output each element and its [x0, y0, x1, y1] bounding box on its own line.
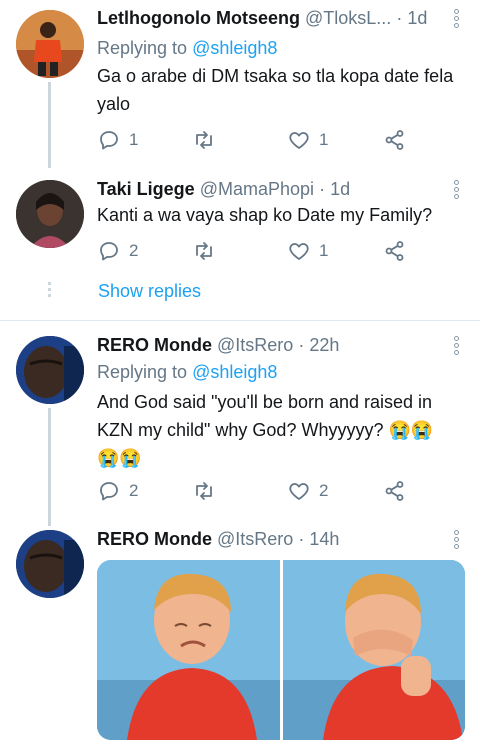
- reply-icon: [100, 131, 118, 150]
- like-button[interactable]: 1: [287, 128, 328, 152]
- retweet-button[interactable]: [192, 128, 216, 152]
- timestamp[interactable]: 1d: [407, 8, 427, 28]
- display-name[interactable]: Taki Ligege: [97, 179, 195, 199]
- more-vertical-icon[interactable]: [454, 336, 460, 357]
- reply-icon: [100, 482, 118, 501]
- like-count: 1: [319, 241, 329, 260]
- reply-count: 2: [129, 481, 139, 500]
- tweet-header: Taki Ligege @MamaPhopi · 1d: [97, 179, 350, 200]
- tweet-text: And God said "you'll be born and raised …: [97, 392, 434, 468]
- share-icon: [385, 241, 404, 261]
- thread-dots: [48, 282, 51, 298]
- more-vertical-icon[interactable]: [454, 9, 460, 30]
- thread-line: [48, 82, 51, 168]
- like-button[interactable]: 2: [287, 479, 328, 503]
- retweet-icon: [196, 131, 212, 149]
- avatar[interactable]: [16, 10, 84, 78]
- retweet-icon: [196, 242, 212, 260]
- tweet-1[interactable]: Letlhogonolo Motseeng @TloksL... · 1d Re…: [0, 0, 480, 170]
- reply-icon: [100, 242, 118, 261]
- display-name[interactable]: RERO Monde: [97, 335, 212, 355]
- avatar[interactable]: [16, 530, 84, 598]
- replying-label: Replying to: [97, 38, 188, 58]
- timestamp[interactable]: 1d: [330, 179, 350, 199]
- share-button[interactable]: [383, 128, 407, 152]
- share-button[interactable]: [383, 239, 407, 263]
- handle[interactable]: @MamaPhopi: [200, 179, 314, 199]
- display-name[interactable]: RERO Monde: [97, 529, 212, 549]
- reply-button[interactable]: 1: [97, 128, 138, 152]
- more-vertical-icon[interactable]: [454, 180, 460, 201]
- share-icon: [385, 481, 404, 501]
- tweet-header: Letlhogonolo Motseeng @TloksL... · 1d: [97, 8, 427, 29]
- media-image-1[interactable]: [97, 560, 280, 740]
- share-button[interactable]: [383, 479, 407, 503]
- avatar[interactable]: [16, 180, 84, 248]
- replying-label: Replying to: [97, 362, 188, 382]
- divider: [0, 320, 480, 321]
- tweet-media[interactable]: [97, 560, 465, 740]
- heart-icon: [289, 483, 309, 500]
- tweet-text: Ga o arabe di DM tsaka so tla kopa date …: [97, 66, 454, 114]
- handle[interactable]: @ItsRero: [217, 335, 293, 355]
- heart-icon: [289, 132, 309, 149]
- reply-count: 2: [129, 241, 139, 260]
- more-vertical-icon[interactable]: [454, 530, 460, 551]
- display-name[interactable]: Letlhogonolo Motseeng: [97, 8, 300, 28]
- reply-button[interactable]: 2: [97, 239, 138, 263]
- timestamp[interactable]: 14h: [309, 529, 339, 549]
- separator: ·: [396, 8, 403, 28]
- retweet-button[interactable]: [192, 479, 216, 503]
- avatar[interactable]: [16, 336, 84, 404]
- tweet-actions: 1 1: [97, 128, 417, 152]
- tweet-header: RERO Monde @ItsRero · 22h: [97, 335, 339, 356]
- media-image-2[interactable]: [282, 560, 465, 740]
- show-replies-link[interactable]: Show replies: [98, 281, 201, 302]
- replying-to: Replying to @shleigh8: [97, 38, 277, 59]
- like-button[interactable]: 1: [287, 239, 328, 263]
- tweet-actions: 2 1: [97, 239, 417, 263]
- heart-icon: [289, 243, 309, 260]
- replying-to: Replying to @shleigh8: [97, 362, 277, 383]
- tweet-text: Kanti a wa vaya shap ko Date my Family?: [97, 205, 433, 225]
- like-count: 1: [319, 130, 329, 149]
- separator: ·: [298, 335, 305, 355]
- separator: ·: [298, 529, 305, 549]
- tweet-actions: 2 2: [97, 479, 417, 503]
- like-count: 2: [319, 481, 329, 500]
- share-icon: [385, 130, 404, 150]
- handle[interactable]: @ItsRero: [217, 529, 293, 549]
- thread-line: [48, 408, 51, 526]
- retweet-button[interactable]: [192, 239, 216, 263]
- handle[interactable]: @TloksL...: [305, 8, 391, 28]
- separator: ·: [319, 179, 326, 199]
- retweet-icon: [196, 482, 212, 500]
- timestamp[interactable]: 22h: [309, 335, 339, 355]
- reply-count: 1: [129, 130, 139, 149]
- tweet-header: RERO Monde @ItsRero · 14h: [97, 529, 339, 550]
- replying-handle[interactable]: @shleigh8: [192, 362, 277, 382]
- reply-button[interactable]: 2: [97, 479, 138, 503]
- replying-handle[interactable]: @shleigh8: [192, 38, 277, 58]
